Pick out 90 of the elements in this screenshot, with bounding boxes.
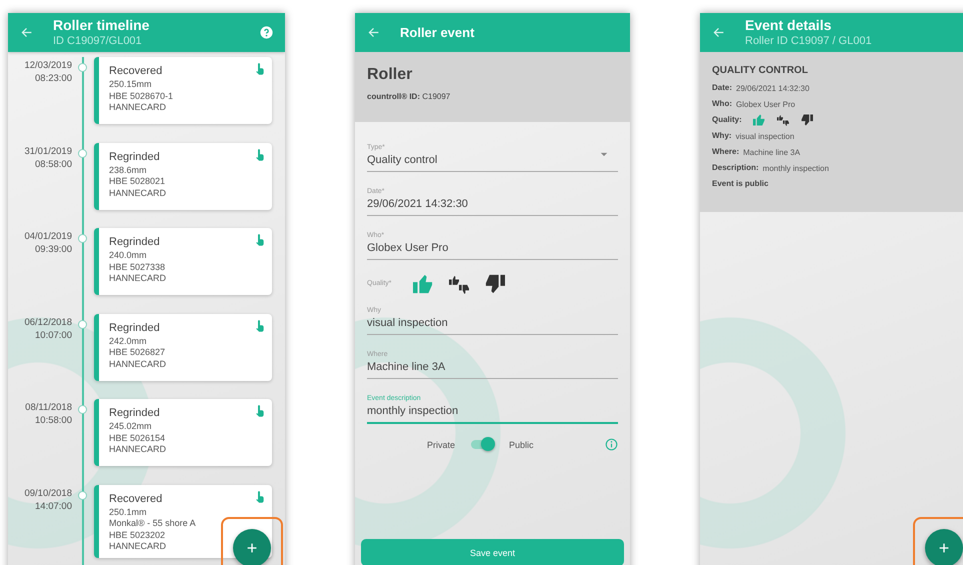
event-heading: QUALITY CONTROL — [712, 65, 809, 76]
screen-title: Roller timeline — [53, 17, 150, 34]
detail-label: Who: — [712, 98, 732, 110]
detail-label: Where: — [712, 146, 740, 158]
event-card[interactable]: Recovered 250.15mm HBE 5028670-1 HANNECARD — [94, 57, 272, 124]
event-type: Recovered — [109, 492, 162, 506]
event-detail: Monkal® - 55 shore A — [109, 518, 196, 530]
event-detail: HBE 5026827 — [109, 347, 166, 358]
detail-label: Description: — [712, 162, 759, 174]
visibility-switch[interactable] — [471, 440, 494, 449]
screen-title: Event details — [745, 17, 832, 34]
event-time: 10:07:00 — [35, 328, 72, 342]
event-detail: HANNECARD — [109, 541, 166, 552]
thumbs-down-icon[interactable] — [484, 274, 506, 294]
timeline-node — [78, 148, 87, 158]
pointing-hand-icon[interactable] — [255, 405, 264, 417]
pointing-hand-icon[interactable] — [255, 148, 264, 160]
info-icon[interactable] — [605, 438, 618, 451]
screen-subtitle: ID C19097/GL001 — [53, 34, 143, 48]
pointing-hand-icon[interactable] — [255, 490, 264, 502]
event-detail: HANNECARD — [109, 102, 166, 114]
event-date: 12/03/2019 — [24, 59, 72, 72]
event-detail: HANNECARD — [109, 444, 166, 456]
detail-value: visual inspection — [736, 132, 794, 140]
detail-value: Globex User Pro — [736, 100, 796, 108]
help-icon[interactable] — [260, 26, 273, 39]
visibility-note: Event is public — [712, 178, 770, 190]
event-date: 04/01/2019 — [24, 230, 72, 243]
timeline-node — [78, 490, 87, 500]
toggle-label: Private — [427, 440, 456, 450]
thumbs-up-icon[interactable] — [752, 114, 766, 126]
event-detail: 238.6mm — [109, 164, 147, 176]
event-date: 08/11/2018 — [25, 401, 72, 414]
event-detail: 242.0mm — [109, 336, 147, 347]
pointing-hand-icon[interactable] — [255, 320, 264, 332]
event-time: 09:39:00 — [35, 243, 72, 256]
thumbs-down-icon[interactable] — [800, 114, 814, 126]
add-button[interactable]: + — [925, 529, 963, 565]
event-detail: HBE 5027338 — [109, 262, 166, 273]
event-detail: HBE 5023202 — [109, 530, 166, 541]
screen-title: Roller event — [400, 24, 474, 41]
event-date: 09/10/2018 — [24, 486, 72, 500]
screen-subtitle: Roller ID C19097 / GL001 — [745, 34, 873, 48]
timeline-node — [78, 234, 87, 243]
detail-value: Machine line 3A — [743, 148, 800, 156]
thumbs-up-icon[interactable] — [412, 274, 434, 294]
back-arrow-icon[interactable] — [712, 26, 725, 39]
timeline-node — [78, 405, 87, 414]
event-card[interactable]: Regrinded 238.6mm HBE 5028021 HANNECARD — [94, 142, 272, 210]
event-detail: HBE 5028670-1 — [109, 90, 174, 102]
event-time: 10:58:00 — [35, 414, 72, 427]
event-time: 14:07:00 — [35, 500, 72, 512]
detail-value: 29/06/2021 14:32:30 — [736, 84, 810, 92]
caret-icon — [600, 152, 608, 157]
timeline-node — [78, 320, 87, 328]
event-type: Recovered — [109, 64, 162, 79]
event-card[interactable]: Regrinded 245.02mm HBE 5026154 HANNECARD — [94, 399, 272, 466]
detail-label: Why: — [712, 130, 732, 142]
detail-label: Quality: — [712, 114, 742, 126]
event-type: Regrinded — [109, 406, 160, 421]
thumbs-up-down-icon[interactable] — [776, 114, 790, 126]
roller-heading: Roller — [367, 65, 414, 85]
event-detail: HANNECARD — [109, 358, 166, 370]
pointing-hand-icon[interactable] — [255, 234, 264, 246]
event-type: Regrinded — [109, 235, 160, 250]
thumbs-up-down-icon[interactable] — [448, 274, 470, 294]
back-arrow-icon[interactable] — [20, 26, 33, 39]
event-type: Regrinded — [109, 320, 160, 336]
detail-value: monthly inspection — [762, 164, 829, 172]
event-date: 06/12/2018 — [24, 316, 72, 328]
event-time: 08:58:00 — [35, 158, 72, 170]
event-detail: HBE 5026154 — [109, 432, 166, 444]
event-detail: HANNECARD — [109, 273, 166, 284]
pointing-hand-icon[interactable] — [255, 63, 264, 75]
event-card[interactable]: Regrinded 242.0mm HBE 5026827 HANNECARD — [94, 314, 272, 380]
back-arrow-icon[interactable] — [367, 26, 380, 39]
detail-label: Date: — [712, 82, 732, 94]
event-detail: 240.0mm — [109, 250, 147, 262]
event-card[interactable]: Regrinded 240.0mm HBE 5027338 HANNECARD — [94, 228, 272, 295]
event-detail: 250.15mm — [109, 79, 152, 90]
timeline-node — [78, 63, 87, 72]
toggle-label: Public — [509, 440, 534, 450]
roller-id: countroll® ID: C19097 — [367, 92, 452, 101]
event-detail: HBE 5028021 — [109, 176, 166, 188]
event-detail: HANNECARD — [109, 188, 166, 199]
event-detail: 250.1mm — [109, 506, 147, 518]
event-date: 31/01/2019 — [24, 144, 72, 158]
event-detail: 245.02mm — [109, 421, 152, 432]
event-type: Regrinded — [109, 150, 160, 164]
event-time: 08:23:00 — [35, 72, 72, 85]
